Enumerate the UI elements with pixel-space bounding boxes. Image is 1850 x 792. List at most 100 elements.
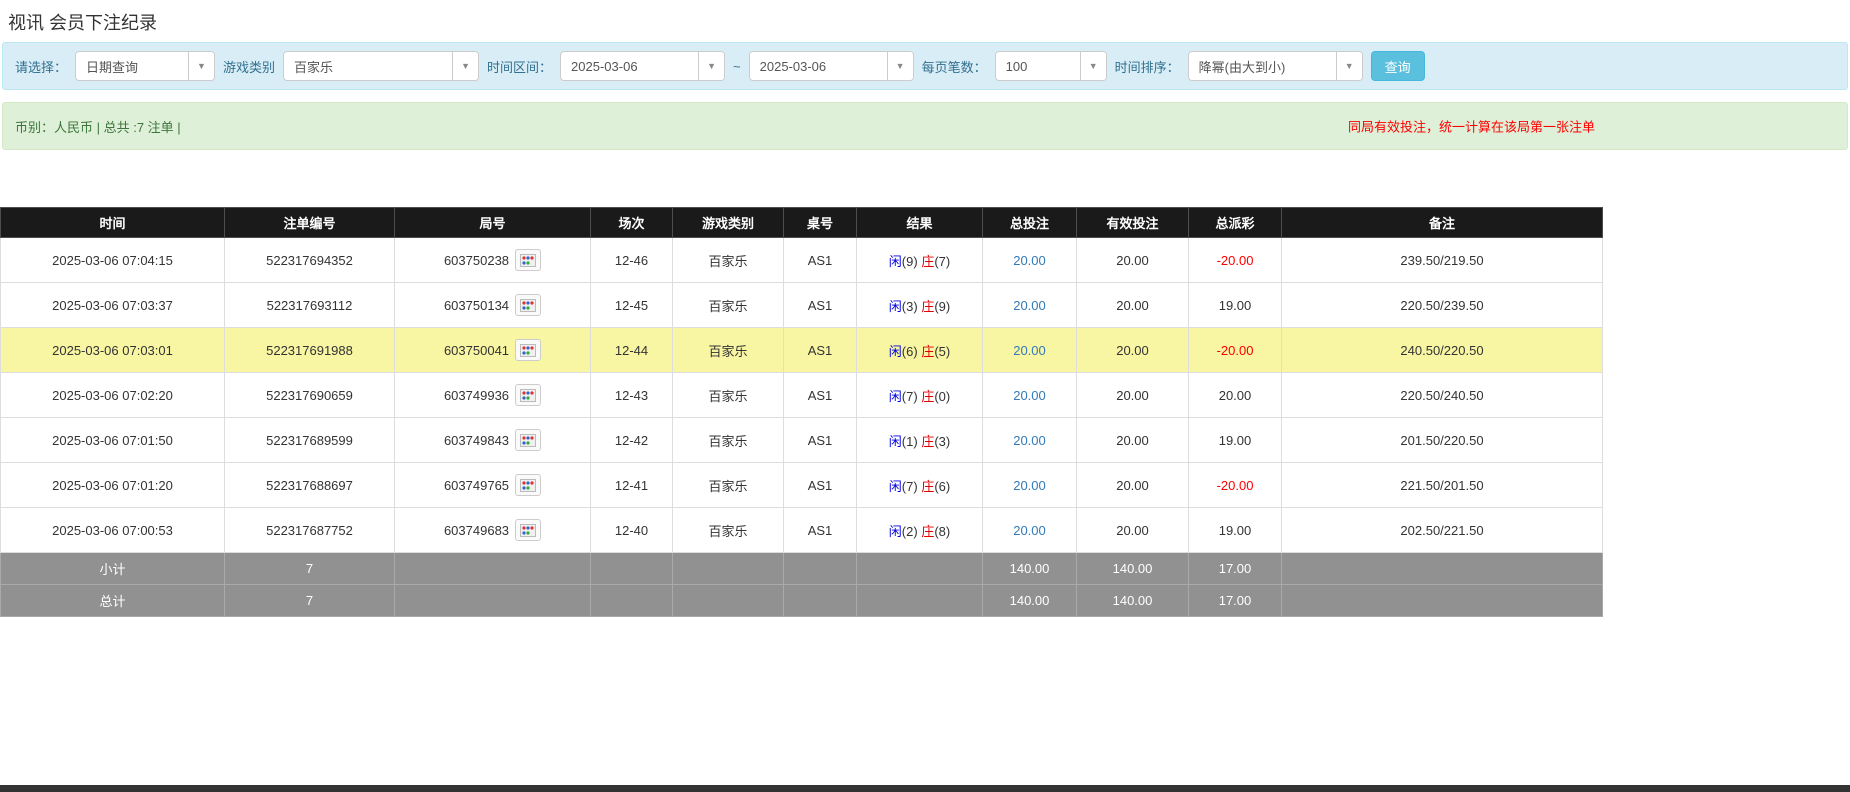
round-result-icon[interactable] [515, 339, 541, 361]
round-result-icon[interactable] [515, 519, 541, 541]
query-type-dropdown[interactable]: 日期查询 ▼ [75, 51, 215, 81]
cell-game-type: 百家乐 [673, 328, 784, 373]
cell-total-bet: 20.00 [983, 418, 1077, 463]
sort-label: 时间排序： [1115, 57, 1180, 76]
result-banker-score: (9) [934, 299, 950, 314]
cell-game-type: 百家乐 [673, 283, 784, 328]
result-player-score: (1) [902, 434, 918, 449]
cell-session: 12-45 [591, 283, 673, 328]
chevron-down-icon[interactable]: ▼ [1080, 52, 1106, 80]
date-range-tilde: ~ [733, 59, 741, 74]
round-result-icon[interactable] [515, 294, 541, 316]
cell-time: 2025-03-06 07:01:50 [1, 418, 225, 463]
cell-round: 603749843 [395, 418, 591, 463]
round-result-icon[interactable] [515, 384, 541, 406]
cell-bet-id: 522317689599 [225, 418, 395, 463]
game-type-dropdown[interactable]: 百家乐 ▼ [283, 51, 479, 81]
table-row: 2025-03-06 07:03:37 522317693112 6037501… [1, 283, 1603, 328]
total-bet-link[interactable]: 20.00 [1013, 253, 1046, 268]
cell-note: 202.50/221.50 [1282, 508, 1603, 553]
result-player-score: (2) [902, 524, 918, 539]
result-banker-label: 庄 [921, 479, 934, 494]
chevron-down-icon[interactable]: ▼ [188, 52, 214, 80]
cell-total-bet: 20.00 [983, 373, 1077, 418]
chevron-down-icon[interactable]: ▼ [887, 52, 913, 80]
round-result-icon[interactable] [515, 474, 541, 496]
chevron-down-icon[interactable]: ▼ [452, 52, 478, 80]
result-banker-label: 庄 [921, 434, 934, 449]
roadmap-icon [520, 344, 536, 357]
chevron-down-icon[interactable]: ▼ [1336, 52, 1362, 80]
summary-bar: 币别：人民币 | 总共 :7 注单 | 同局有效投注，统一计算在该局第一张注单 [2, 102, 1848, 150]
roadmap-icon [520, 524, 536, 537]
cell-table-no: AS1 [784, 238, 857, 283]
total-row: 总计 7 140.00 140.00 17.00 [1, 585, 1603, 617]
total-bet-link[interactable]: 20.00 [1013, 298, 1046, 313]
total-bet-link[interactable]: 20.00 [1013, 478, 1046, 493]
cell-table-no: AS1 [784, 328, 857, 373]
round-id: 603750134 [444, 298, 509, 313]
cell-payout: -20.00 [1189, 238, 1282, 283]
result-player-label: 闲 [889, 434, 902, 449]
round-result-icon[interactable] [515, 429, 541, 451]
total-bet-link[interactable]: 20.00 [1013, 388, 1046, 403]
cell-total-bet: 20.00 [983, 283, 1077, 328]
cell-note: 220.50/240.50 [1282, 373, 1603, 418]
header-result: 结果 [857, 208, 983, 238]
header-game-type: 游戏类别 [673, 208, 784, 238]
result-player-score: (7) [902, 479, 918, 494]
roadmap-icon [520, 254, 536, 267]
cell-payout: 19.00 [1189, 283, 1282, 328]
cell-valid-bet: 20.00 [1077, 418, 1189, 463]
query-button[interactable]: 查询 [1371, 51, 1425, 81]
header-time: 时间 [1, 208, 225, 238]
sort-dropdown[interactable]: 降幂(由大到小) ▼ [1188, 51, 1363, 81]
result-banker-label: 庄 [921, 299, 934, 314]
result-player-label: 闲 [889, 389, 902, 404]
cell-note: 239.50/219.50 [1282, 238, 1603, 283]
chevron-down-icon[interactable]: ▼ [698, 52, 724, 80]
cell-note: 240.50/220.50 [1282, 328, 1603, 373]
header-total-bet: 总投注 [983, 208, 1077, 238]
cell-valid-bet: 20.00 [1077, 373, 1189, 418]
cell-valid-bet: 20.00 [1077, 283, 1189, 328]
cell-note: 201.50/220.50 [1282, 418, 1603, 463]
result-banker-label: 庄 [921, 344, 934, 359]
page-size-dropdown[interactable]: 100 ▼ [995, 51, 1107, 81]
cell-bet-id: 522317688697 [225, 463, 395, 508]
table-row: 2025-03-06 07:01:50 522317689599 6037498… [1, 418, 1603, 463]
game-type-value: 百家乐 [284, 52, 452, 80]
page-size-label: 每页笔数： [922, 57, 987, 76]
cell-result: 闲(9) 庄(7) [857, 238, 983, 283]
total-total-bet: 140.00 [983, 585, 1077, 617]
cell-result: 闲(7) 庄(6) [857, 463, 983, 508]
subtotal-count: 7 [225, 553, 395, 585]
date-from-value: 2025-03-06 [561, 52, 698, 80]
cell-session: 12-42 [591, 418, 673, 463]
game-type-label: 游戏类别 [223, 57, 275, 76]
table-row: 2025-03-06 07:01:20 522317688697 6037497… [1, 463, 1603, 508]
currency-summary-text: 币别：人民币 | 总共 :7 注单 | [15, 117, 181, 136]
date-from-picker[interactable]: 2025-03-06 ▼ [560, 51, 725, 81]
cell-game-type: 百家乐 [673, 508, 784, 553]
cell-time: 2025-03-06 07:02:20 [1, 373, 225, 418]
result-player-label: 闲 [889, 299, 902, 314]
cell-round: 603750041 [395, 328, 591, 373]
cell-payout: 19.00 [1189, 418, 1282, 463]
result-player-label: 闲 [889, 479, 902, 494]
cell-table-no: AS1 [784, 283, 857, 328]
result-banker-score: (5) [934, 344, 950, 359]
date-to-picker[interactable]: 2025-03-06 ▼ [749, 51, 914, 81]
total-bet-link[interactable]: 20.00 [1013, 433, 1046, 448]
total-bet-link[interactable]: 20.00 [1013, 343, 1046, 358]
result-player-score: (9) [902, 254, 918, 269]
total-label: 总计 [1, 585, 225, 617]
total-bet-link[interactable]: 20.00 [1013, 523, 1046, 538]
result-banker-score: (6) [934, 479, 950, 494]
bet-records-table: 时间 注单编号 局号 场次 游戏类别 桌号 结果 总投注 有效投注 总派彩 备注… [0, 207, 1603, 617]
roadmap-icon [520, 434, 536, 447]
cell-valid-bet: 20.00 [1077, 508, 1189, 553]
cell-game-type: 百家乐 [673, 238, 784, 283]
cell-bet-id: 522317687752 [225, 508, 395, 553]
round-result-icon[interactable] [515, 249, 541, 271]
